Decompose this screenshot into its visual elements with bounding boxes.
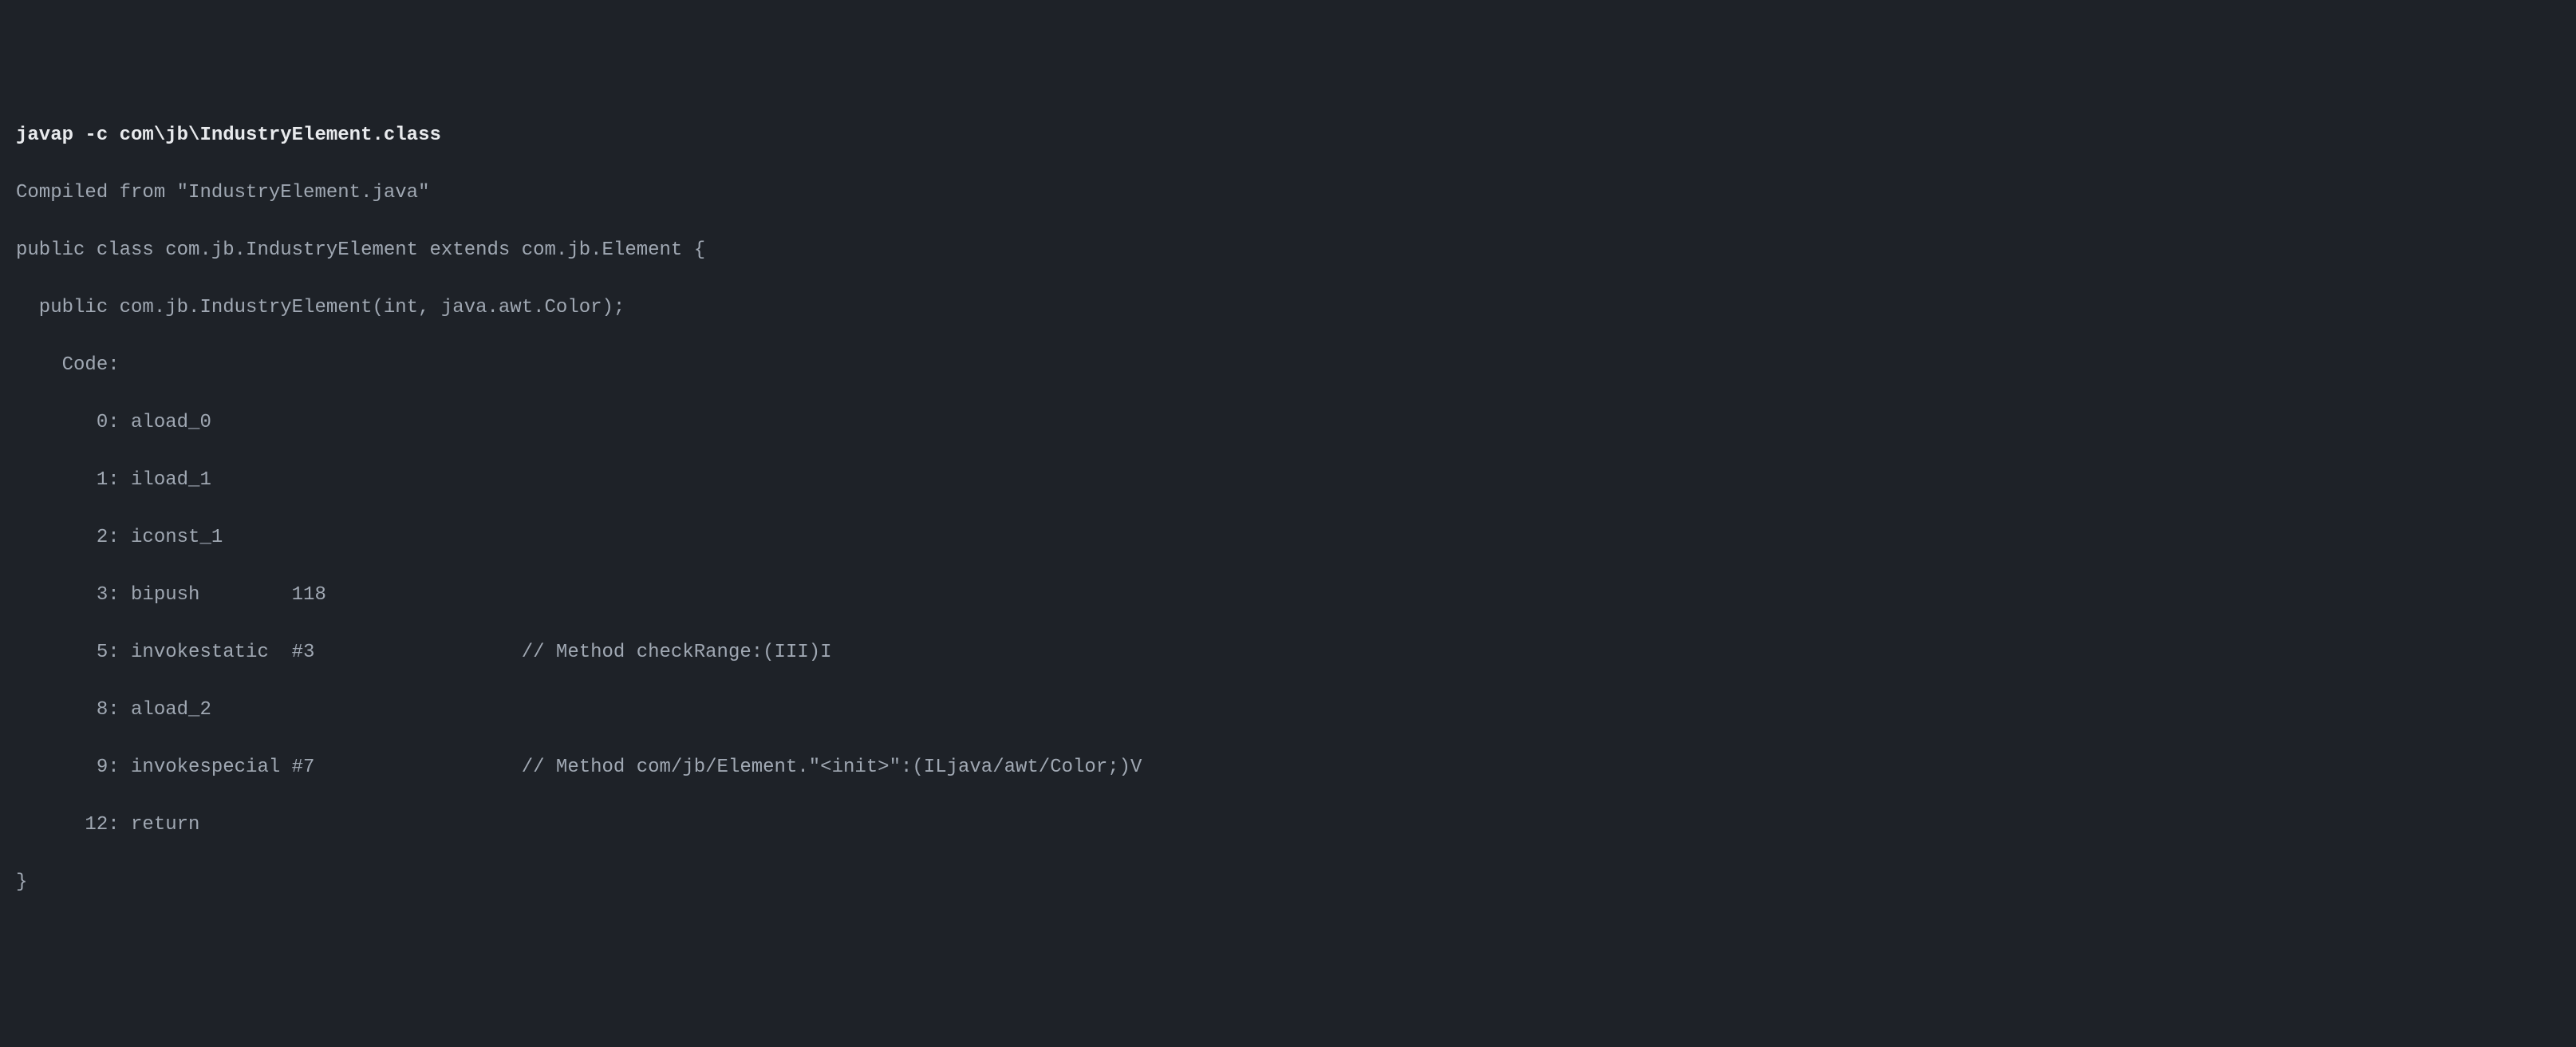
terminal-output-line: } [16, 868, 2560, 897]
terminal-output-line: 0: aload_0 [16, 409, 2560, 437]
terminal-output-line: Code: [16, 351, 2560, 380]
terminal-output-line: 8: aload_2 [16, 696, 2560, 725]
terminal-output-line: Compiled from "IndustryElement.java" [16, 179, 2560, 207]
terminal-output-line: 5: invokestatic #3 // Method checkRange:… [16, 638, 2560, 667]
terminal-output-line: public class com.jb.IndustryElement exte… [16, 236, 2560, 265]
terminal-output-line: 12: return [16, 811, 2560, 840]
terminal-command: javap -c com\jb\IndustryElement.class [16, 121, 2560, 150]
terminal-output-line: 2: iconst_1 [16, 524, 2560, 552]
terminal-output-line: 9: invokespecial #7 // Method com/jb/Ele… [16, 753, 2560, 782]
terminal-output-line: 1: iload_1 [16, 466, 2560, 495]
terminal-output-line: public com.jb.IndustryElement(int, java.… [16, 294, 2560, 322]
terminal-output-line: 3: bipush 118 [16, 581, 2560, 610]
